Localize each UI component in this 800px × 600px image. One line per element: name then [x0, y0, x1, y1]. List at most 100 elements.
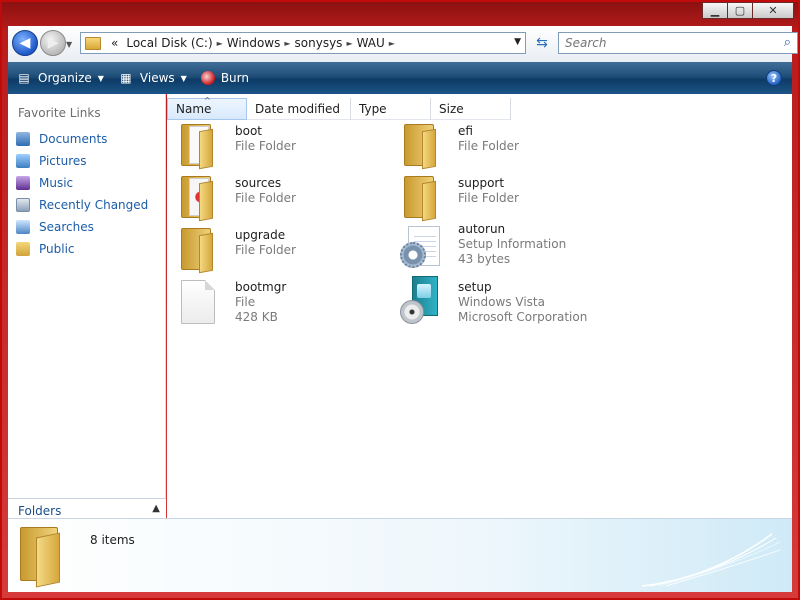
breadcrumb-separator-icon[interactable]: ►: [346, 39, 352, 48]
command-bar: ▤ Organize ▼ ▦ Views ▼ Burn ?: [8, 62, 792, 94]
nav-item-label: Documents: [39, 132, 108, 146]
file-name: bootmgr: [235, 280, 287, 294]
forward-arrow-icon: ▶: [47, 35, 59, 51]
file-item-boot[interactable]: boot File Folder: [177, 120, 397, 170]
file-name: sources: [235, 176, 282, 190]
column-label: Type: [359, 102, 387, 116]
burn-label: Burn: [220, 71, 249, 85]
nav-item-searches[interactable]: Searches: [16, 216, 148, 238]
breadcrumb-separator-icon[interactable]: ►: [389, 39, 395, 48]
documents-icon: [16, 132, 30, 146]
burn-button[interactable]: Burn: [200, 71, 249, 85]
file-item-support[interactable]: support File Folder: [400, 172, 620, 222]
column-headers: ^ Name Date modified Type Size: [167, 96, 511, 120]
breadcrumb-windows[interactable]: Windows: [227, 36, 281, 50]
file-name: upgrade: [235, 228, 286, 242]
column-label: Date modified: [255, 102, 341, 116]
file-company: Microsoft Corporation: [458, 310, 588, 324]
file-item-sources[interactable]: sources File Folder: [177, 172, 397, 222]
folders-label: Folders: [18, 503, 62, 518]
chevron-down-icon: ▼: [97, 73, 104, 83]
details-pane: 8 items: [8, 518, 792, 592]
views-button[interactable]: ▦ Views ▼: [118, 71, 187, 85]
file-size: 428 KB: [235, 310, 278, 324]
nav-item-label: Recently Changed: [39, 198, 149, 212]
breadcrumb-overflow[interactable]: «: [111, 36, 118, 50]
file-item-efi[interactable]: efi File Folder: [400, 120, 620, 170]
explorer-window: ◀ ▶ ▼ « Local Disk (C:) ► Windows ► sony…: [8, 2, 798, 592]
music-icon: [16, 176, 30, 190]
recent-pages-dropdown[interactable]: ▼: [66, 40, 72, 49]
breadcrumb-sonysys[interactable]: sonysys: [295, 36, 343, 50]
forward-button[interactable]: ▶: [40, 30, 66, 56]
folder-icon: [177, 172, 225, 222]
file-size: 43 bytes: [458, 252, 511, 266]
nav-item-label: Music: [39, 176, 74, 190]
searches-icon: [16, 220, 30, 234]
favorite-links-heading: Favorite Links: [18, 106, 101, 120]
file-type: File Folder: [458, 139, 519, 153]
folder-icon: [400, 172, 448, 222]
file-item-autorun[interactable]: autorun Setup Information 43 bytes: [400, 222, 620, 274]
folder-icon: [85, 36, 101, 50]
search-box[interactable]: ⌕: [558, 32, 798, 54]
folder-icon: [177, 224, 225, 274]
file-list: ^ Name Date modified Type Size boot File…: [167, 94, 792, 518]
column-header-type[interactable]: Type: [351, 98, 431, 120]
back-arrow-icon: ◀: [19, 35, 31, 51]
file-name: boot: [235, 124, 263, 138]
navigation-pane: Favorite Links Documents Pictures Music …: [8, 94, 166, 522]
file-item-bootmgr[interactable]: bootmgr File 428 KB: [177, 276, 397, 326]
folder-icon: [400, 120, 448, 170]
search-input[interactable]: [559, 33, 769, 53]
chevron-up-icon: ▲: [152, 503, 160, 514]
burn-icon: [200, 71, 215, 85]
help-button[interactable]: ?: [766, 70, 782, 86]
views-icon: ▦: [120, 71, 132, 85]
column-label: Size: [439, 102, 464, 116]
public-folder-icon: [16, 242, 30, 256]
chevron-down-icon: ▼: [180, 73, 187, 83]
item-count: 8 items: [90, 533, 135, 547]
file-name: support: [458, 176, 505, 190]
file-icon: [177, 276, 225, 324]
setup-exe-icon: [400, 276, 448, 324]
sort-ascending-icon: ^: [204, 96, 211, 105]
address-dropdown-icon[interactable]: ▼: [514, 37, 521, 47]
nav-item-label: Searches: [39, 220, 94, 234]
refresh-icon: ⇆: [536, 35, 548, 51]
file-type: File Folder: [235, 243, 296, 257]
nav-item-documents[interactable]: Documents: [16, 128, 148, 150]
column-header-name[interactable]: ^ Name: [167, 96, 247, 120]
breadcrumb-wau[interactable]: WAU: [357, 36, 385, 50]
views-label: Views: [139, 71, 175, 85]
nav-item-public[interactable]: Public: [16, 238, 148, 260]
nav-item-pictures[interactable]: Pictures: [16, 150, 148, 172]
recent-icon: [16, 198, 30, 212]
column-header-date-modified[interactable]: Date modified: [247, 98, 351, 120]
address-row: ◀ ▶ ▼ « Local Disk (C:) ► Windows ► sony…: [8, 26, 798, 62]
file-name: setup: [458, 280, 492, 294]
folder-icon: [177, 120, 225, 170]
back-button[interactable]: ◀: [12, 30, 38, 56]
file-item-upgrade[interactable]: upgrade File Folder: [177, 224, 397, 274]
decorative-swoosh: [642, 533, 781, 587]
breadcrumb-separator-icon[interactable]: ►: [217, 39, 223, 48]
file-type: File Folder: [235, 139, 296, 153]
column-header-size[interactable]: Size: [431, 98, 511, 120]
address-bar[interactable]: « Local Disk (C:) ► Windows ► sonysys ► …: [80, 32, 526, 54]
nav-item-label: Pictures: [39, 154, 87, 168]
file-description: Windows Vista: [458, 295, 545, 309]
nav-item-recently-changed[interactable]: Recently Changed: [16, 194, 148, 216]
file-item-setup[interactable]: setup Windows Vista Microsoft Corporatio…: [400, 276, 620, 326]
organize-button[interactable]: ▤ Organize ▼: [16, 71, 104, 85]
nav-item-music[interactable]: Music: [16, 172, 148, 194]
refresh-button[interactable]: ⇆: [530, 32, 554, 54]
search-icon[interactable]: ⌕: [784, 35, 791, 50]
setup-information-icon: [400, 224, 448, 272]
file-type: File Folder: [458, 191, 519, 205]
file-name: efi: [458, 124, 473, 138]
breadcrumb-local-disk[interactable]: Local Disk (C:): [126, 36, 212, 50]
breadcrumb-separator-icon[interactable]: ►: [284, 39, 290, 48]
pictures-icon: [16, 154, 30, 168]
